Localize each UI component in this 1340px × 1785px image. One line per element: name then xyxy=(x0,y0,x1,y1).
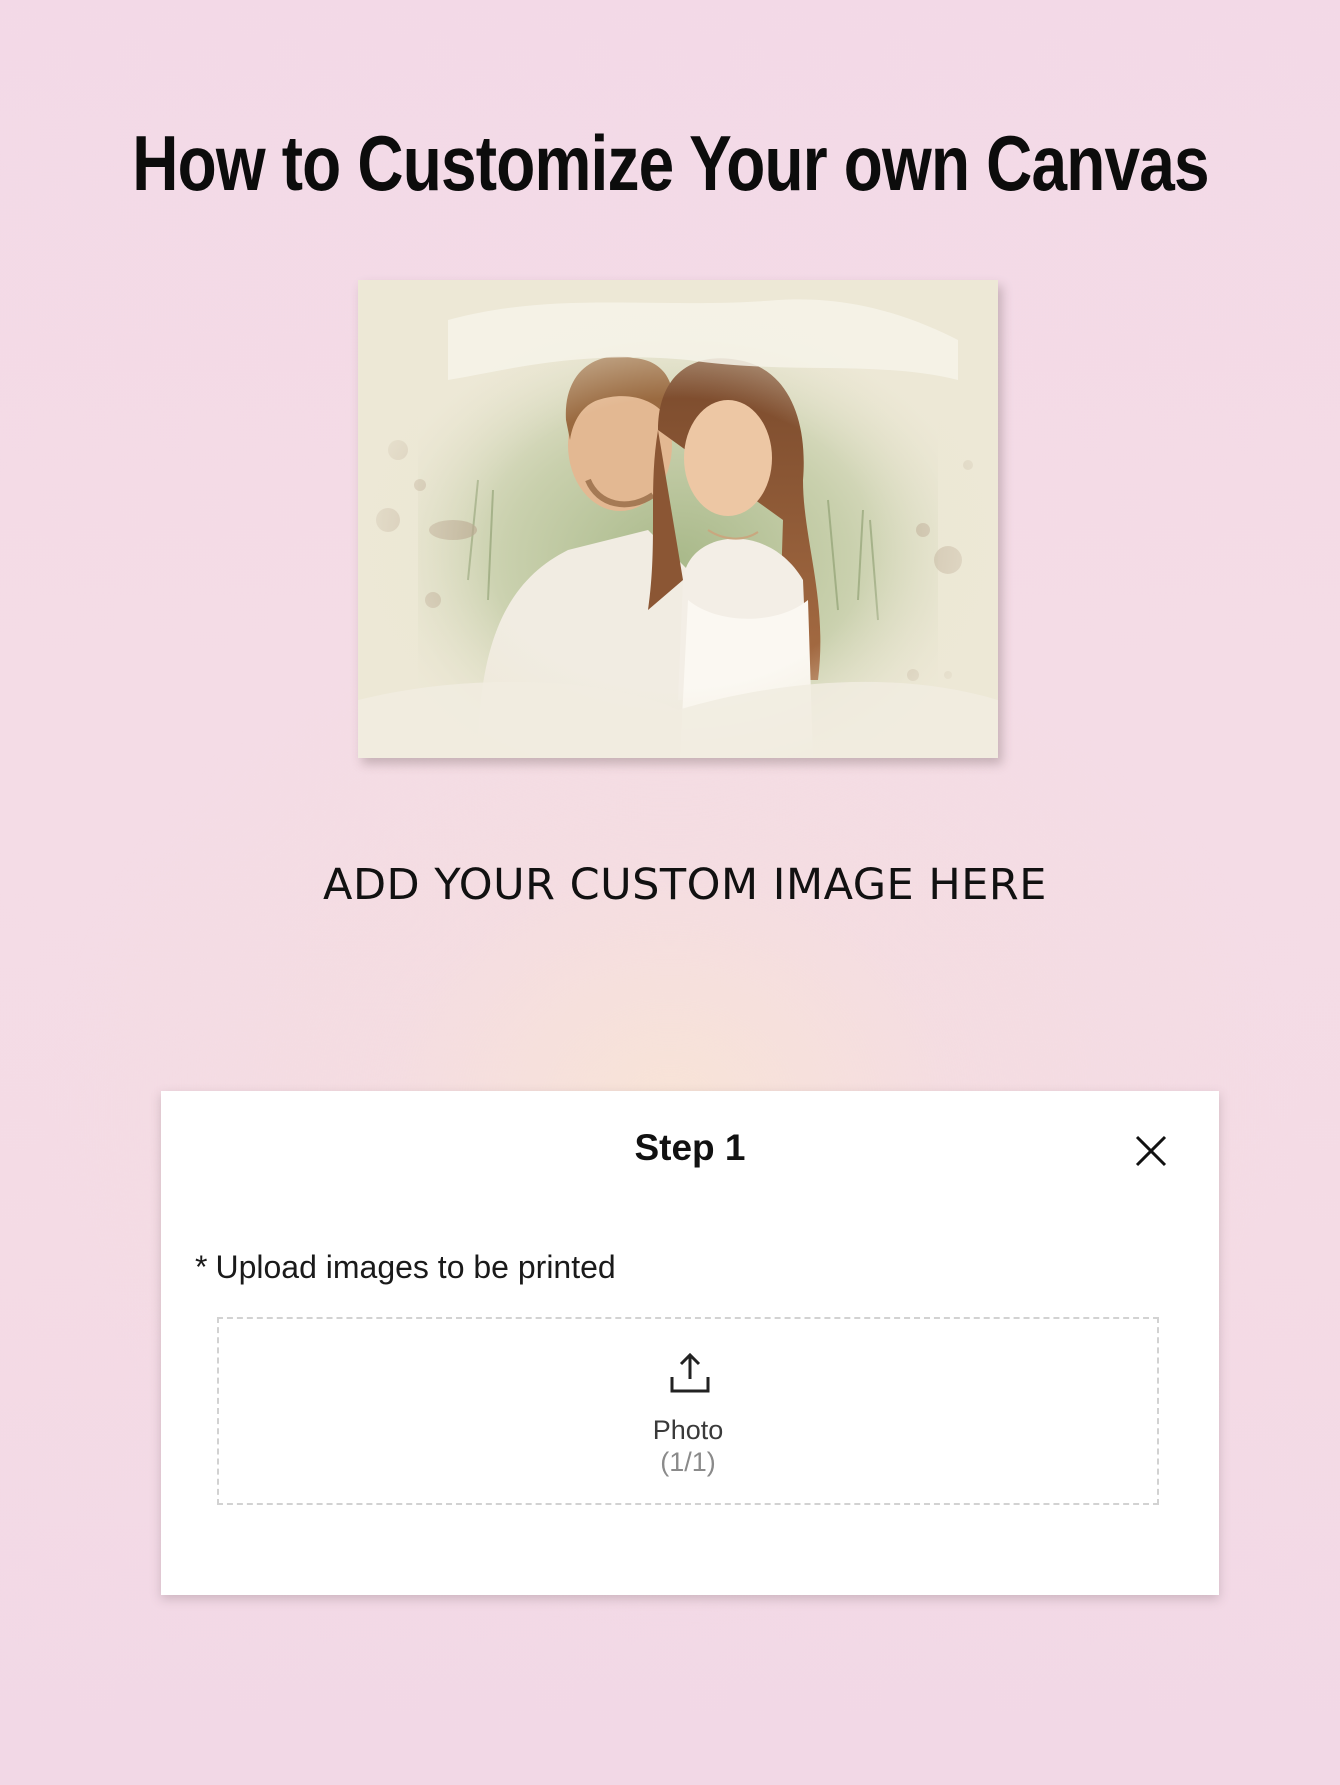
upload-icon xyxy=(666,1349,714,1397)
close-icon[interactable] xyxy=(1129,1129,1173,1173)
photo-count: (1/1) xyxy=(660,1447,716,1477)
upload-field-label: * Upload images to be printed xyxy=(195,1249,616,1286)
photo-label: Photo xyxy=(652,1415,724,1445)
canvas-preview-image xyxy=(358,280,998,758)
step-title: Step 1 xyxy=(634,1127,746,1168)
upload-label-text: Upload images to be printed xyxy=(215,1249,616,1285)
required-marker: * xyxy=(195,1249,208,1285)
add-custom-image-caption: ADD YOUR CUSTOM IMAGE HERE xyxy=(323,860,1047,910)
page-title: How to Customize Your own Canvas xyxy=(132,119,1209,207)
photo-upload-dropzone[interactable]: Photo (1/1) xyxy=(217,1317,1159,1505)
upload-step-panel: Step 1 * Upload images to be printed Phot… xyxy=(161,1091,1219,1595)
